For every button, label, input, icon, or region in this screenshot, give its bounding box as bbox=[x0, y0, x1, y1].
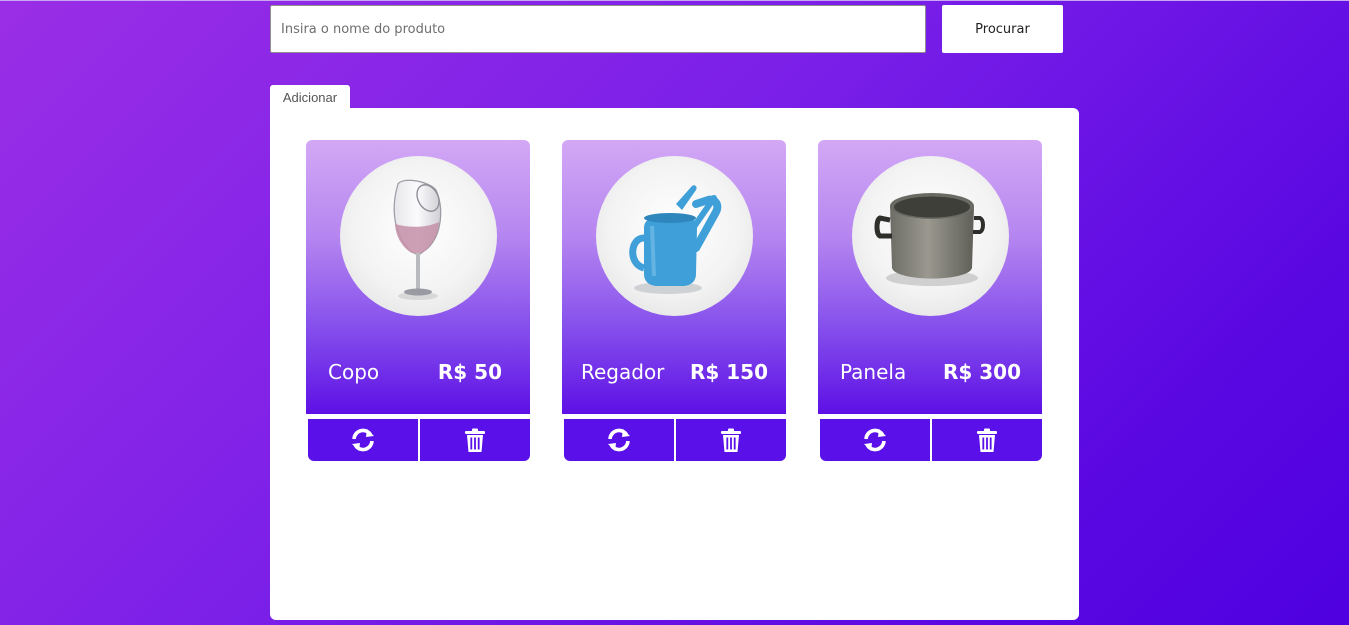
search-button[interactable]: Procurar bbox=[942, 5, 1063, 53]
top-divider bbox=[0, 0, 1349, 1]
product-card: Panela R$ 300 bbox=[818, 140, 1042, 461]
cooking-pot-icon bbox=[852, 156, 1009, 316]
refresh-icon bbox=[864, 428, 886, 452]
product-card: Copo R$ 50 bbox=[306, 140, 530, 461]
product-name: Copo bbox=[328, 360, 380, 384]
delete-button[interactable] bbox=[420, 419, 530, 461]
product-card: Regador R$ 150 bbox=[562, 140, 786, 461]
update-button[interactable] bbox=[308, 419, 418, 461]
delete-button[interactable] bbox=[676, 419, 786, 461]
trash-icon bbox=[977, 428, 997, 452]
trash-icon bbox=[721, 428, 741, 452]
product-price: R$ 50 bbox=[437, 360, 502, 384]
update-button[interactable] bbox=[564, 419, 674, 461]
watering-can-icon bbox=[596, 156, 753, 316]
trash-icon bbox=[465, 428, 485, 452]
product-name: Regador bbox=[581, 360, 665, 384]
product-price: R$ 300 bbox=[942, 360, 1021, 384]
refresh-icon bbox=[352, 428, 374, 452]
wine-glass-icon bbox=[340, 156, 497, 316]
add-product-tab[interactable]: Adicionar bbox=[270, 85, 350, 109]
search-input[interactable] bbox=[270, 5, 926, 53]
product-name: Panela bbox=[840, 360, 907, 384]
product-price: R$ 150 bbox=[689, 360, 768, 384]
delete-button[interactable] bbox=[932, 419, 1042, 461]
update-button[interactable] bbox=[820, 419, 930, 461]
refresh-icon bbox=[608, 428, 630, 452]
